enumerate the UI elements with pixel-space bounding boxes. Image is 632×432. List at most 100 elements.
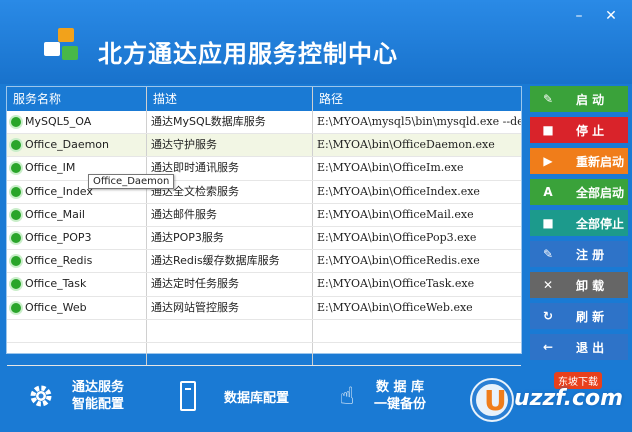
side-button-4[interactable]: ■ 全部停止 bbox=[530, 210, 628, 236]
side-button-7[interactable]: ↻ 刷 新 bbox=[530, 303, 628, 329]
side-button-label: 全部停止 bbox=[576, 216, 625, 231]
cell-path: E:\MYOA\mysql5\bin\mysqld.exe --defa... bbox=[317, 115, 521, 128]
all-start-icon: A bbox=[543, 185, 553, 199]
cell-description bbox=[147, 342, 313, 366]
app-title: 北方通达应用服务控制中心 bbox=[98, 40, 398, 68]
service-status-icon bbox=[11, 233, 21, 244]
service-status-icon bbox=[11, 279, 21, 290]
side-button-0[interactable]: ✎ 启 动 bbox=[530, 86, 628, 112]
cell-path: E:\MYOA\bin\OfficeTask.exe bbox=[317, 277, 475, 291]
touch-icon: ☝ bbox=[339, 382, 355, 410]
service-status-icon bbox=[11, 163, 21, 174]
service-name: Office_IM bbox=[25, 161, 76, 175]
table-row[interactable]: Office_Redis 通达Redis缓存数据库服务 E:\MYOA\bin\Of… bbox=[7, 250, 521, 274]
cell-service-name bbox=[7, 319, 147, 342]
column-header-description[interactable]: 描述 bbox=[147, 87, 313, 111]
column-header-path[interactable]: 路径 bbox=[313, 87, 521, 111]
table-row[interactable]: MySQL5_OA 通达MySQL数据库服务 E:\MYOA\mysql5\bin\… bbox=[7, 111, 521, 135]
watermark-logo: U 东坡下载 uzzf.com bbox=[462, 368, 632, 428]
side-button-2[interactable]: ▶ 重新启动 bbox=[530, 148, 628, 174]
tile-label-line2: 一键备份 bbox=[374, 397, 427, 412]
minimize-button[interactable]: – bbox=[568, 7, 590, 25]
cell-service-name: Office_Mail bbox=[7, 203, 147, 226]
service-name: Office_Mail bbox=[25, 207, 85, 221]
side-button-label: 卸 载 bbox=[576, 278, 605, 293]
table-row[interactable]: Office_Mail 通达邮件服务 E:\MYOA\bin\OfficeMail.… bbox=[7, 203, 521, 227]
tile-label-line2: 智能配置 bbox=[72, 397, 125, 412]
service-status-icon bbox=[11, 209, 21, 220]
cell-description: 通达POP3服务 bbox=[147, 226, 313, 250]
tile-label-line1: 通达服务 bbox=[72, 380, 125, 395]
cell-description: 通达Redis缓存数据库服务 bbox=[147, 250, 313, 273]
table-row[interactable]: Office_Web 通达网站管控服务 E:\MYOA\bin\OfficeWeb.… bbox=[7, 296, 521, 320]
side-button-1[interactable]: ■ 停 止 bbox=[530, 117, 628, 143]
database-icon bbox=[180, 381, 196, 411]
watermark-text: uzzf.com bbox=[514, 386, 624, 411]
cell-path: E:\MYOA\bin\OfficePop3.exe bbox=[317, 230, 477, 244]
tooltip: Office_Daemon bbox=[88, 174, 175, 189]
service-name: Office_Index bbox=[25, 184, 93, 198]
cell-description: 通达邮件服务 bbox=[147, 203, 313, 226]
service-status-icon bbox=[11, 186, 21, 197]
restart-icon: ▶ bbox=[543, 154, 553, 168]
cell-path: E:\MYOA\bin\OfficeRedis.exe bbox=[317, 254, 480, 268]
side-button-label: 启 动 bbox=[576, 92, 605, 107]
cell-service-name: Office_Daemon bbox=[7, 134, 147, 157]
table-header: 服务名称 描述 路径 bbox=[7, 87, 521, 111]
service-name: Office_POP3 bbox=[25, 231, 92, 245]
cell-description: 通达定时任务服务 bbox=[147, 273, 313, 296]
refresh-icon: ↻ bbox=[542, 309, 554, 323]
side-button-label: 停 止 bbox=[576, 123, 605, 138]
table-row[interactable] bbox=[7, 319, 521, 343]
service-name: Office_Daemon bbox=[25, 138, 110, 152]
cell-description bbox=[147, 319, 313, 342]
cell-description: 通达MySQL数据库服务 bbox=[147, 111, 313, 134]
service-status-icon bbox=[11, 302, 21, 313]
cell-path bbox=[313, 320, 521, 342]
service-name: Office_Web bbox=[25, 300, 87, 314]
table-row[interactable]: Office_Task 通达定时任务服务 E:\MYOA\bin\OfficeTas… bbox=[7, 273, 521, 297]
table-row[interactable]: Office_Daemon 通达守护服务 E:\MYOA\bin\OfficeDae… bbox=[7, 134, 521, 158]
svg-text:U: U bbox=[484, 384, 507, 417]
side-button-5[interactable]: ✎ 注 册 bbox=[530, 241, 628, 267]
table-row[interactable]: Office_IM 通达即时通讯服务 E:\MYOA\bin\OfficeIm.ex… bbox=[7, 157, 521, 181]
database-config-tile[interactable]: 数据库配置 bbox=[166, 368, 314, 424]
close-button[interactable]: ✕ bbox=[600, 7, 622, 25]
service-status-icon bbox=[11, 117, 21, 128]
side-button-label: 刷 新 bbox=[576, 309, 605, 324]
all-stop-icon: ■ bbox=[542, 216, 554, 230]
side-button-label: 注 册 bbox=[576, 247, 605, 262]
side-button-6[interactable]: ✕ 卸 载 bbox=[530, 272, 628, 298]
stop-icon: ■ bbox=[542, 123, 554, 137]
service-status-icon bbox=[11, 140, 21, 151]
gear-icon bbox=[28, 383, 54, 409]
database-backup-tile[interactable]: ☝ 数 据 库 一键备份 bbox=[322, 368, 458, 424]
table-row[interactable]: Office_POP3 通达POP3服务 E:\MYOA\bin\OfficePop… bbox=[7, 226, 521, 251]
service-name: Office_Redis bbox=[25, 254, 93, 268]
tile-label: 数据库配置 bbox=[224, 390, 290, 406]
side-button-3[interactable]: A 全部启动 bbox=[530, 179, 628, 205]
cell-path bbox=[313, 343, 521, 365]
side-button-label: 退 出 bbox=[576, 340, 605, 355]
cell-description: 通达网站管控服务 bbox=[147, 296, 313, 319]
cell-path: E:\MYOA\bin\OfficeIm.exe bbox=[317, 161, 464, 175]
cell-path: E:\MYOA\bin\OfficeDaemon.exe bbox=[317, 138, 495, 152]
cell-description: 通达守护服务 bbox=[147, 134, 313, 157]
table-row[interactable] bbox=[7, 342, 521, 367]
service-name: MySQL5_OA bbox=[25, 115, 92, 129]
service-status-icon bbox=[11, 256, 21, 267]
title-bar: 北方通达应用服务控制中心 – ✕ bbox=[0, 0, 632, 84]
column-header-name[interactable]: 服务名称 bbox=[7, 87, 147, 111]
app-logo-icon bbox=[44, 28, 84, 68]
wrench-icon: ✎ bbox=[542, 92, 554, 106]
cell-service-name: Office_Task bbox=[7, 273, 147, 296]
cell-service-name bbox=[7, 342, 147, 366]
side-button-label: 全部启动 bbox=[576, 185, 625, 200]
uninstall-icon: ✕ bbox=[542, 278, 554, 292]
table-row[interactable]: Office_Index 通达全文检索服务 E:\MYOA\bin\OfficeIn… bbox=[7, 180, 521, 204]
cell-path: E:\MYOA\bin\OfficeWeb.exe bbox=[317, 300, 473, 314]
service-config-tile[interactable]: 通达服务 智能配置 bbox=[10, 368, 158, 424]
cell-service-name: Office_Redis bbox=[7, 250, 147, 273]
side-button-8[interactable]: ← 退 出 bbox=[530, 334, 628, 360]
pencil-icon: ✎ bbox=[542, 247, 554, 261]
